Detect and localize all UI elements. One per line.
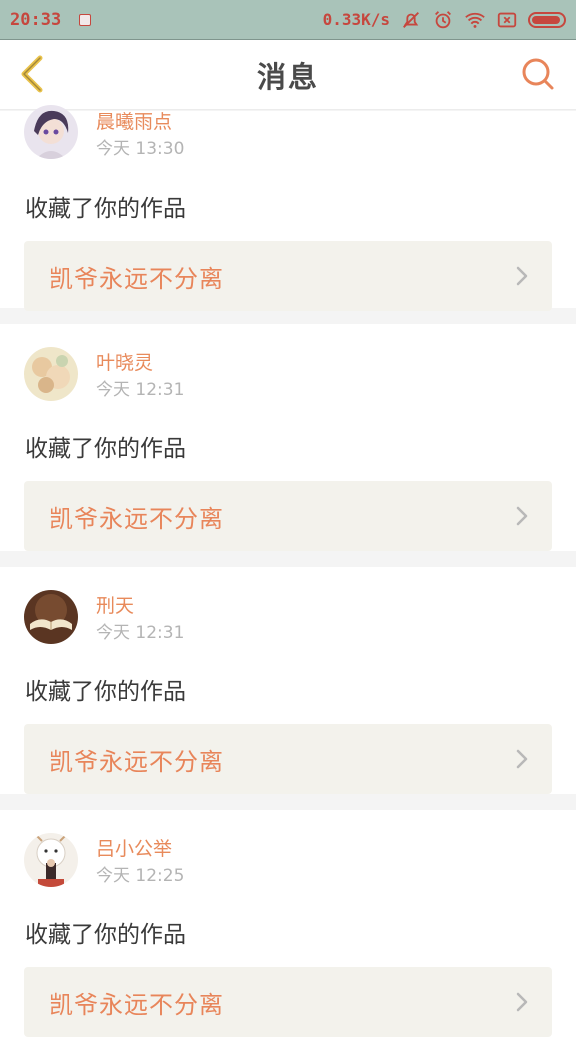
network-speed: 0.33K/s (322, 10, 390, 29)
message-time: 今天 13:30 (96, 139, 185, 159)
search-icon[interactable] (520, 56, 556, 92)
status-bar: 20:33 0.33K/s (0, 0, 576, 40)
message-time: 今天 12:31 (96, 380, 185, 400)
message-time: 今天 12:25 (96, 866, 185, 886)
action-text: 收藏了你的作品 (25, 922, 186, 948)
work-title: 凯爷永远不分离 (49, 747, 224, 776)
sim-off-icon (497, 12, 517, 27)
notification-icon (79, 13, 92, 26)
header-bar: 消息 (0, 40, 576, 110)
list-item: 刑天 今天 12:31 收藏了你的作品 凯爷永远不分离 (0, 567, 576, 794)
message-list: 晨曦雨点 今天 13:30 收藏了你的作品 凯爷永远不分离 叶晓灵 今天 12:… (0, 105, 576, 1037)
message-time: 今天 12:31 (96, 623, 185, 643)
action-text: 收藏了你的作品 (25, 679, 186, 705)
battery-icon (528, 11, 566, 28)
status-bar-right: 0.33K/s (323, 9, 566, 31)
user-name[interactable]: 晨曦雨点 (96, 107, 172, 134)
work-link[interactable]: 凯爷永远不分离 (24, 241, 552, 311)
work-title: 凯爷永远不分离 (49, 990, 224, 1019)
back-chevron-icon[interactable] (14, 54, 54, 94)
chevron-right-icon (516, 266, 528, 286)
avatar[interactable] (24, 105, 78, 159)
list-item: 吕小公举 今天 12:25 收藏了你的作品 凯爷永远不分离 (0, 810, 576, 1037)
work-link[interactable]: 凯爷永远不分离 (24, 724, 552, 794)
action-text: 收藏了你的作品 (25, 436, 186, 462)
status-time: 20:33 (10, 9, 62, 30)
chevron-right-icon (516, 506, 528, 526)
page-title: 消息 (256, 59, 319, 94)
mute-icon (403, 11, 419, 28)
work-link[interactable]: 凯爷永远不分离 (24, 481, 552, 551)
work-title: 凯爷永远不分离 (49, 504, 224, 533)
avatar[interactable] (24, 590, 78, 644)
work-title: 凯爷永远不分离 (49, 264, 224, 293)
action-text: 收藏了你的作品 (25, 196, 186, 222)
work-link[interactable]: 凯爷永远不分离 (24, 967, 552, 1037)
user-name[interactable]: 叶晓灵 (96, 348, 153, 375)
list-item: 叶晓灵 今天 12:31 收藏了你的作品 凯爷永远不分离 (0, 324, 576, 551)
list-item: 晨曦雨点 今天 13:30 收藏了你的作品 凯爷永远不分离 (0, 105, 576, 311)
user-name[interactable]: 刑天 (96, 591, 134, 618)
alarm-icon (435, 10, 451, 28)
chevron-right-icon (516, 992, 528, 1012)
status-bar-left: 20:33 (10, 9, 92, 30)
user-name[interactable]: 吕小公举 (96, 834, 172, 861)
avatar[interactable] (24, 833, 78, 887)
wifi-icon (465, 12, 485, 28)
chevron-right-icon (516, 749, 528, 769)
avatar[interactable] (24, 347, 78, 401)
